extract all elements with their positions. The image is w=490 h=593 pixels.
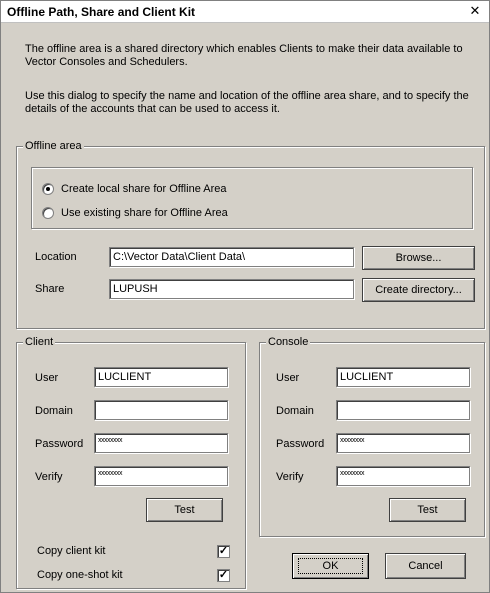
console-test-button[interactable]: Test <box>389 498 466 522</box>
client-domain-label: Domain <box>35 405 73 417</box>
copy-client-kit-checkbox[interactable]: ✓ <box>217 545 230 558</box>
radio-use-existing-share-label: Use existing share for Offline Area <box>61 207 228 219</box>
client-user-input[interactable]: LUCLIENT <box>94 367 228 387</box>
client-group: Client User LUCLIENT Domain Password xxx… <box>16 336 246 589</box>
client-test-button[interactable]: Test <box>146 498 223 522</box>
offline-path-dialog: Offline Path, Share and Client Kit ✕ The… <box>0 0 490 593</box>
console-user-label: User <box>276 372 300 384</box>
radio-create-local-share[interactable]: Create local share for Offline Area <box>42 181 227 197</box>
client-verify-label: Verify <box>35 471 63 483</box>
window-title: Offline Path, Share and Client Kit <box>7 5 196 19</box>
console-password-input[interactable]: xxxxxxxx <box>336 433 470 453</box>
client-password-label: Password <box>35 438 84 450</box>
browse-button[interactable]: Browse... <box>362 246 475 270</box>
console-verify-label: Verify <box>276 471 304 483</box>
radio-create-local-share-indicator[interactable] <box>42 183 54 195</box>
share-input[interactable]: LUPUSH <box>109 279 354 299</box>
client-password-input[interactable]: xxxxxxxx <box>94 433 228 453</box>
intro-paragraph-2: Use this dialog to specify the name and … <box>25 90 469 115</box>
radio-use-existing-share[interactable]: Use existing share for Offline Area <box>42 205 228 221</box>
close-icon[interactable]: ✕ <box>467 3 483 19</box>
console-verify-input[interactable]: xxxxxxxx <box>336 466 470 486</box>
offline-area-legend: Offline area <box>23 140 84 153</box>
share-label: Share <box>35 283 65 295</box>
location-input[interactable]: C:\Vector Data\Client Data\ <box>109 247 354 267</box>
console-domain-input[interactable] <box>336 400 470 420</box>
intro-paragraph-1: The offline area is a shared directory w… <box>25 43 463 68</box>
offline-area-group: Offline area Create local share for Offl… <box>16 140 485 329</box>
copy-oneshot-kit-label: Copy one-shot kit <box>37 569 123 581</box>
copy-oneshot-kit-checkbox[interactable]: ✓ <box>217 569 230 582</box>
radio-create-local-share-label: Create local share for Offline Area <box>61 183 227 195</box>
client-user-label: User <box>35 372 59 384</box>
ok-button[interactable]: OK <box>292 553 369 579</box>
ok-button-focus-ring <box>298 558 363 574</box>
console-group: Console User LUCLIENT Domain Password xx… <box>259 336 485 537</box>
copy-client-kit-label: Copy client kit <box>37 545 106 557</box>
share-mode-box: Create local share for Offline Area Use … <box>31 167 473 229</box>
client-domain-input[interactable] <box>94 400 228 420</box>
console-legend: Console <box>266 336 311 349</box>
console-user-input[interactable]: LUCLIENT <box>336 367 470 387</box>
radio-use-existing-share-indicator[interactable] <box>42 207 54 219</box>
client-legend: Client <box>23 336 56 349</box>
location-label: Location <box>35 251 77 263</box>
client-verify-input[interactable]: xxxxxxxx <box>94 466 228 486</box>
create-directory-button[interactable]: Create directory... <box>362 278 475 302</box>
console-password-label: Password <box>276 438 325 450</box>
title-bar: Offline Path, Share and Client Kit ✕ <box>1 1 489 23</box>
console-domain-label: Domain <box>276 405 314 417</box>
cancel-button[interactable]: Cancel <box>385 553 466 579</box>
